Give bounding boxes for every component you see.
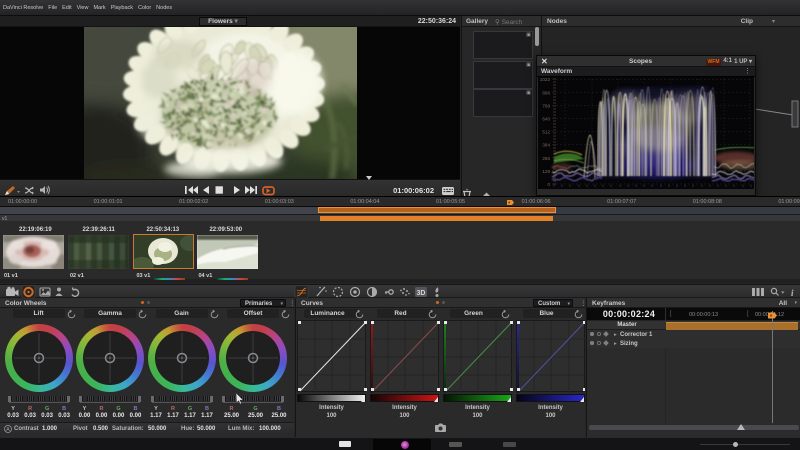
svg-text:A: A	[6, 427, 10, 433]
svg-text:i: i	[791, 288, 794, 298]
svg-text:1023: 1023	[540, 77, 551, 82]
svg-text:768: 768	[542, 103, 550, 108]
svg-text:384: 384	[542, 143, 550, 148]
svg-text:3D: 3D	[417, 290, 426, 297]
svg-text:128: 128	[542, 169, 550, 174]
svg-text:512: 512	[542, 130, 550, 135]
svg-text:0: 0	[547, 182, 550, 187]
svg-text:640: 640	[542, 117, 550, 122]
svg-text:256: 256	[542, 156, 550, 161]
svg-text:896: 896	[542, 90, 550, 95]
